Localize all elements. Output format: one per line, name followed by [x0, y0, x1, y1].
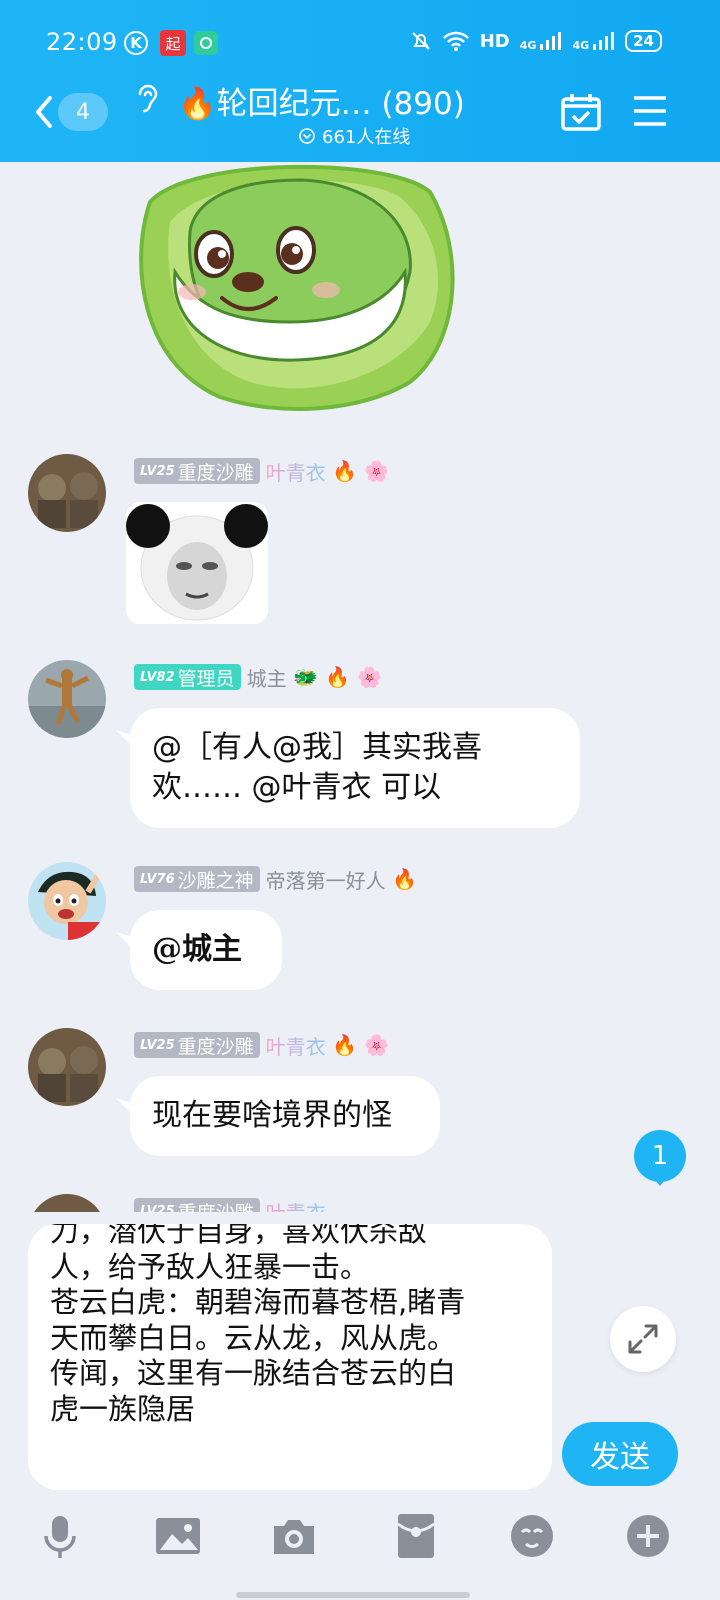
- message-input-text: 力，潜伏于自身，喜欢伏杀敌 人，给予敌人狂暴一击。 苍云白虎：朝碧海而暮苍梧,睹…: [50, 1224, 466, 1426]
- sender-name[interactable]: 叶青衣: [266, 1197, 326, 1213]
- unread-count-badge[interactable]: 4: [58, 93, 108, 131]
- message-bubble[interactable]: @［有人@我］其实我喜欢…… @叶青衣 可以: [130, 708, 580, 828]
- dragon-icon: 🐲: [293, 665, 319, 689]
- mute-bell-icon: [412, 32, 430, 50]
- avatar[interactable]: [28, 660, 106, 738]
- group-title[interactable]: 🔥轮回纪元… (890): [178, 78, 465, 123]
- expand-input-button[interactable]: [610, 1306, 676, 1372]
- send-button[interactable]: 发送: [562, 1422, 678, 1486]
- ear-icon[interactable]: [132, 82, 162, 116]
- fire-icon: 🔥: [332, 459, 358, 483]
- flower-face-icon: 🌸: [364, 1033, 390, 1057]
- menu-icon[interactable]: [632, 94, 668, 128]
- chevron-circle-icon: [299, 128, 315, 144]
- sender-meta: LV25 重度沙雕 叶青衣 🔥 🌸: [134, 1030, 390, 1060]
- level-badge: LV25重度沙雕: [134, 458, 260, 484]
- battery-indicator: 24: [625, 30, 662, 52]
- plus-icon[interactable]: [624, 1512, 672, 1560]
- signal-1: 4G: [520, 30, 563, 52]
- flame-icon: 🔥: [325, 665, 351, 689]
- network-type: HD: [479, 30, 510, 52]
- expand-arrows-icon: [628, 1324, 658, 1354]
- online-count: 661人在线: [298, 123, 410, 149]
- image-icon[interactable]: [154, 1512, 202, 1560]
- new-message-indicator[interactable]: 1: [634, 1130, 686, 1186]
- back-arrow-icon[interactable]: [30, 92, 60, 132]
- wifi-icon: [442, 31, 469, 51]
- sender-name[interactable]: 城主: [247, 663, 287, 692]
- status-time: 22:09: [46, 28, 118, 56]
- sender-name[interactable]: 叶青衣: [266, 1031, 326, 1060]
- sender-name[interactable]: 帝落第一好人: [266, 865, 386, 894]
- sender-meta: LV76 沙雕之神 帝落第一好人 🔥: [134, 864, 418, 894]
- level-badge: LV76 沙雕之神: [134, 866, 260, 892]
- panda-meme-sticker[interactable]: [126, 502, 268, 624]
- status-bar: 22:09 K 起 HD 4G 4G 24: [0, 0, 720, 86]
- status-indicators: HD 4G 4G 24: [410, 30, 662, 52]
- cabbage-dog-sticker[interactable]: [130, 162, 460, 412]
- message-text: 现在要啥境界的怪: [152, 1098, 392, 1133]
- sender-name[interactable]: 叶青衣: [266, 457, 326, 486]
- level-badge: LV25重度沙雕: [134, 1198, 260, 1212]
- app-green-icon: [194, 31, 218, 55]
- red-packet-icon[interactable]: [392, 1512, 440, 1560]
- avatar[interactable]: [28, 1194, 106, 1212]
- microphone-icon[interactable]: [36, 1512, 84, 1560]
- sender-meta: LV82 管理员 城主 🐲 🔥 🌸: [134, 662, 383, 692]
- home-indicator: [236, 1592, 470, 1598]
- signal-2: 4G: [572, 30, 615, 52]
- fire-icon: 🔥: [392, 867, 418, 891]
- emoji-icon[interactable]: [508, 1512, 556, 1560]
- avatar[interactable]: [28, 862, 106, 940]
- input-toolbar: [0, 1502, 720, 1582]
- avatar[interactable]: [28, 454, 106, 532]
- level-badge: LV25重度沙雕: [134, 1032, 260, 1058]
- sender-meta: LV25重度沙雕 叶青衣: [134, 1196, 326, 1212]
- flower-face-icon: 🌸: [357, 665, 383, 689]
- message-list[interactable]: LV25重度沙雕 叶青衣 🔥 🌸 LV82管理员 城主 �: [0, 162, 720, 1212]
- camera-icon[interactable]: [270, 1512, 318, 1560]
- composer: 力，潜伏于自身，喜欢伏杀敌 人，给予敌人狂暴一击。 苍云白虎：朝碧海而暮苍梧,睹…: [0, 1212, 720, 1600]
- message-text: @［有人@我］其实我喜欢…… @叶青衣 可以: [152, 730, 482, 805]
- level-badge: LV82 管理员: [134, 664, 241, 690]
- chat-header: 22:09 K 起 HD 4G 4G 24 4 🔥轮回纪元… (890) 661…: [0, 0, 720, 162]
- avatar[interactable]: [28, 1028, 106, 1106]
- message-bubble[interactable]: 现在要啥境界的怪: [130, 1076, 440, 1156]
- calendar-check-icon[interactable]: [560, 92, 602, 132]
- app-k-icon: K: [124, 31, 148, 55]
- flower-face-icon: 🌸: [364, 459, 390, 483]
- message-bubble[interactable]: @城主: [130, 910, 282, 990]
- app-qidian-icon: 起: [160, 30, 186, 56]
- sender-meta: LV25 重度沙雕 叶青衣 🔥 🌸: [134, 456, 390, 486]
- message-input[interactable]: 力，潜伏于自身，喜欢伏杀敌 人，给予敌人狂暴一击。 苍云白虎：朝碧海而暮苍梧,睹…: [28, 1224, 552, 1490]
- fire-icon: 🔥: [332, 1033, 358, 1057]
- message-text: @城主: [152, 932, 242, 967]
